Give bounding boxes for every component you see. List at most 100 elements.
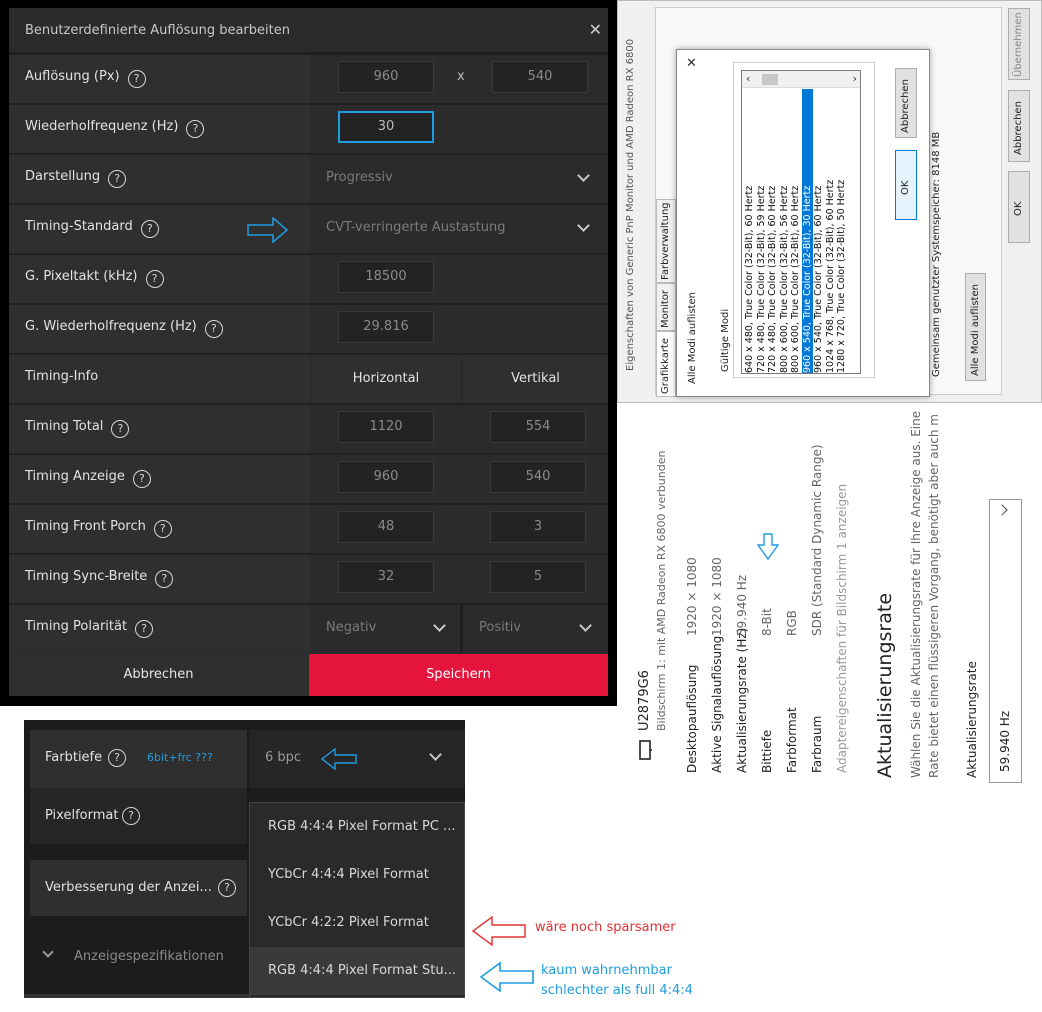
option-ycbcr-444[interactable]: YCbCr 4:4:4 Pixel Format xyxy=(250,851,464,899)
resolution-separator: x xyxy=(457,69,465,84)
timing-display-v-input[interactable]: 540 xyxy=(490,461,586,493)
help-icon[interactable]: ? xyxy=(204,320,223,338)
pixel-format-cell: Pixelformat ? xyxy=(30,788,247,844)
modes-listbox[interactable]: ‹ › 640 x 480, True Color (32-Bit), 60 H… xyxy=(741,70,861,374)
help-icon[interactable]: ? xyxy=(218,879,236,897)
color-depth-label: Farbtiefe xyxy=(45,750,103,765)
display-mode-select[interactable]: Progressiv xyxy=(310,155,608,203)
help-icon[interactable]: ? xyxy=(155,570,174,588)
prop-label-colorspace: Farbraum xyxy=(810,715,824,773)
option-ycbcr-422[interactable]: YCbCr 4:2:2 Pixel Format xyxy=(250,899,464,947)
mode-item[interactable]: 800 x 600, True Color (32-Bit), 56 Hertz xyxy=(779,89,791,373)
cancel-button[interactable]: Abbrechen xyxy=(9,654,308,696)
help-icon[interactable]: ? xyxy=(122,807,140,825)
close-icon[interactable]: ✕ xyxy=(589,20,602,39)
ok-button[interactable]: OK xyxy=(895,150,917,220)
timing-standard-select[interactable]: CVT-verringerte Austastung xyxy=(310,205,608,253)
red-annotation-text: wäre noch sparsamer xyxy=(535,920,676,935)
prop-value-colorformat: RGB xyxy=(785,610,799,636)
arrow-down-annotation-icon xyxy=(757,533,779,561)
scrollbar[interactable]: ‹ › xyxy=(742,71,860,88)
description-line-1: Wählen Sie die Aktualisierungsrate für I… xyxy=(909,410,923,778)
amd-custom-resolution-dialog: Benutzerdefinierte Auflösung bearbeiten … xyxy=(0,0,617,706)
section-title: Aktualisierungsrate xyxy=(874,592,896,778)
option-rgb-444-studio[interactable]: RGB 4:4:4 Pixel Format Stu... xyxy=(250,947,464,995)
help-icon[interactable]: ? xyxy=(140,220,159,238)
polarity-label: Timing Polarität xyxy=(25,619,128,634)
mode-item-selected[interactable]: 960 x 540, True Color (32-Bit), 30 Hertz xyxy=(801,89,813,373)
help-icon[interactable]: ? xyxy=(186,120,205,138)
dialog-title: Benutzerdefinierte Auflösung bearbeiten xyxy=(25,23,290,38)
timing-display-h-input[interactable]: 960 xyxy=(338,461,434,493)
chevron-right-icon xyxy=(996,504,1008,516)
help-icon[interactable]: ? xyxy=(108,749,126,767)
help-icon[interactable]: ? xyxy=(127,70,146,88)
cancel-button[interactable]: Abbrechen xyxy=(895,68,917,138)
list-all-modes-button[interactable]: Alle Modi auflisten xyxy=(965,273,986,381)
row-refresh-rate: Wiederholfrequenz (Hz)? 30 xyxy=(9,103,608,153)
help-icon[interactable]: ? xyxy=(111,420,130,438)
main-ok-button[interactable]: OK xyxy=(1008,171,1030,243)
arrow-left-annotation-icon xyxy=(321,748,357,770)
help-icon[interactable]: ? xyxy=(145,270,164,288)
sync-width-label: Timing Sync-Breite xyxy=(25,569,148,584)
row-timing-info: Timing-Info Horizontal Vertikal xyxy=(9,353,608,403)
blue-annotation-line-2: schlechter als full 4:4:4 xyxy=(541,983,693,998)
mode-item[interactable]: 1024 x 768, True Color (32-Bit), 60 Hert… xyxy=(825,89,837,373)
amd-dialog-window: Benutzerdefinierte Auflösung bearbeiten … xyxy=(9,8,608,696)
display-specs-label: Anzeigespezifikationen xyxy=(74,949,224,964)
adapter-properties-window: Eigenschaften von Generic PnP Monitor un… xyxy=(617,0,1042,403)
scroll-right-icon[interactable]: › xyxy=(853,72,857,85)
monitor-subtitle: Bildschirm 1: mit AMD Radeon RX 6800 ver… xyxy=(655,450,668,731)
tab-grafikkarte[interactable]: Grafikkarte xyxy=(656,331,676,397)
mode-item[interactable]: 720 x 480, True Color (32-Bit), 60 Hertz xyxy=(767,89,779,373)
display-specs-expander[interactable]: Anzeigespezifikationen xyxy=(30,934,247,980)
close-icon[interactable]: ✕ xyxy=(686,56,697,71)
mode-item[interactable]: 640 x 480, True Color (32-Bit), 60 Hertz xyxy=(744,89,756,373)
row-polarity: Timing Polarität? Negativ Positiv xyxy=(9,603,608,653)
scroll-left-icon[interactable]: ‹ xyxy=(746,72,750,85)
tab-farbverwaltung[interactable]: Farbverwaltung xyxy=(656,199,676,283)
blue-annotation-line-1: kaum wahrnehmbar xyxy=(541,963,672,978)
sync-width-v-input[interactable]: 5 xyxy=(490,561,586,593)
arrow-right-annotation-icon xyxy=(247,217,289,243)
mode-item[interactable]: 960 x 540, True Color (32-Bit), 60 Hertz xyxy=(813,89,825,373)
mode-item[interactable]: 800 x 600, True Color (32-Bit), 60 Hertz xyxy=(790,89,802,373)
resolution-width-input[interactable]: 960 xyxy=(338,61,434,93)
front-porch-v-input[interactable]: 3 xyxy=(490,511,586,543)
help-icon[interactable]: ? xyxy=(135,620,154,638)
timing-total-label: Timing Total xyxy=(25,419,104,434)
sync-width-h-input[interactable]: 32 xyxy=(338,561,434,593)
refresh-g-value: 29.816 xyxy=(338,311,434,343)
resolution-height-input[interactable]: 540 xyxy=(492,61,588,93)
chevron-down-icon xyxy=(577,169,590,182)
option-rgb-444-pc[interactable]: RGB 4:4:4 Pixel Format PC ... xyxy=(250,803,464,851)
prop-label-signal: Aktive Signalauflösung xyxy=(710,635,724,773)
polarity-v-select[interactable]: Positiv xyxy=(463,605,608,653)
timing-total-v-input[interactable]: 554 xyxy=(490,411,586,443)
help-icon[interactable]: ? xyxy=(132,470,151,488)
tab-monitor[interactable]: Monitor xyxy=(656,283,676,331)
mode-item[interactable]: 1280 x 720, True Color (32-Bit), 50 Hert… xyxy=(836,89,848,373)
apply-button[interactable]: Übernehmen xyxy=(1008,8,1030,80)
display-settings-panel: U2879G6 Bildschirm 1: mit AMD Radeon RX … xyxy=(617,403,1042,783)
help-icon[interactable]: ? xyxy=(108,170,127,188)
polarity-h-select[interactable]: Negativ xyxy=(310,605,460,653)
timing-total-h-input[interactable]: 1120 xyxy=(338,411,434,443)
arrow-left-blue-annotation-icon xyxy=(480,962,534,992)
display-enhancement-cell: Verbesserung der Anzei... ? xyxy=(30,860,247,916)
row-timing-standard: Timing-Standard? CVT-verringerte Austast… xyxy=(9,203,608,253)
help-icon[interactable]: ? xyxy=(153,520,172,538)
main-cancel-button[interactable]: Abbrechen xyxy=(1008,90,1030,162)
color-depth-select[interactable]: 6 bpc xyxy=(249,730,465,788)
mode-item[interactable]: 720 x 480, True Color (32-Bit), 59 Hertz xyxy=(756,89,768,373)
row-pixel-clock: G. Pixeltakt (kHz)? 18500 xyxy=(9,253,608,303)
row-resolution: Auflösung (Px)? 960 x 540 xyxy=(9,53,608,103)
save-button[interactable]: Speichern xyxy=(309,654,608,696)
refresh-rate-input[interactable]: 30 xyxy=(338,111,434,143)
vertical-header: Vertikal xyxy=(463,355,608,403)
adapter-properties-link[interactable]: Adaptereigenschaften für Bildschirm 1 an… xyxy=(835,484,849,773)
rate-select[interactable]: 59.940 Hz xyxy=(989,499,1022,783)
timing-info-label: Timing-Info xyxy=(25,369,99,384)
front-porch-h-input[interactable]: 48 xyxy=(338,511,434,543)
